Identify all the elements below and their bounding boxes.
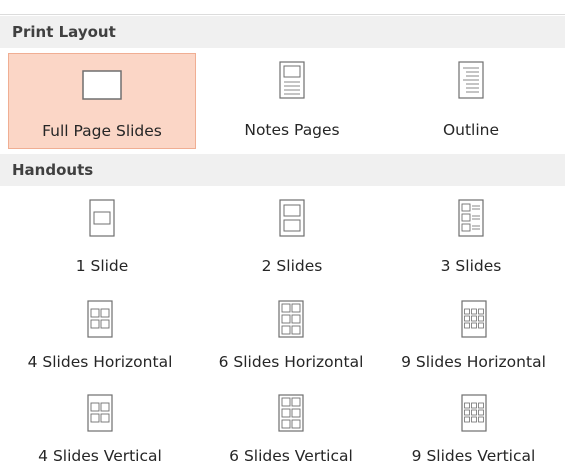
handout-2-slides-label: 2 Slides: [261, 257, 323, 275]
handout-3-slides-option[interactable]: 3 Slides: [377, 195, 565, 285]
handout-4-vertical-icon: [87, 394, 113, 432]
full-page-slide-icon: [82, 70, 122, 100]
handout-1-slide-icon: [89, 199, 115, 237]
handout-9-horizontal-label: 9 Slides Horizontal: [401, 353, 546, 371]
outline-option[interactable]: Outline: [377, 53, 565, 149]
handout-3-slides-icon: [458, 199, 484, 237]
handout-6-horizontal-icon: [278, 300, 304, 338]
full-page-slides-label: Full Page Slides: [42, 122, 162, 140]
handout-9-vertical-icon: [460, 394, 487, 432]
notes-pages-icon: [279, 61, 305, 99]
handout-9-horizontal-option[interactable]: 9 Slides Horizontal: [382, 295, 565, 381]
cut-off-top-edge: [0, 0, 565, 15]
handout-1-slide-option[interactable]: 1 Slide: [8, 195, 196, 285]
handouts-header: Handouts: [0, 154, 565, 186]
handout-9-vertical-option[interactable]: 9 Slides Vertical: [382, 389, 565, 474]
handout-4-vertical-label: 4 Slides Vertical: [38, 447, 162, 465]
full-page-slides-option[interactable]: Full Page Slides: [8, 53, 196, 149]
handout-3-slides-label: 3 Slides: [440, 257, 502, 275]
handout-2-slides-option[interactable]: 2 Slides: [198, 195, 386, 285]
handout-6-vertical-icon: [278, 394, 304, 432]
outline-icon: [458, 61, 484, 99]
notes-pages-label: Notes Pages: [244, 121, 340, 139]
handout-1-slide-label: 1 Slide: [75, 257, 129, 275]
handout-9-vertical-label: 9 Slides Vertical: [411, 447, 536, 465]
handout-2-slides-icon: [279, 199, 305, 237]
print-layout-header: Print Layout: [0, 16, 565, 48]
handout-6-vertical-label: 6 Slides Vertical: [229, 447, 353, 465]
handout-4-horizontal-label: 4 Slides Horizontal: [27, 353, 173, 371]
handout-9-horizontal-icon: [460, 300, 487, 338]
handout-6-horizontal-option[interactable]: 6 Slides Horizontal: [195, 295, 387, 381]
handout-4-horizontal-option[interactable]: 4 Slides Horizontal: [0, 295, 200, 381]
notes-pages-option[interactable]: Notes Pages: [198, 53, 386, 149]
handout-4-vertical-option[interactable]: 4 Slides Vertical: [0, 389, 200, 474]
handout-6-vertical-option[interactable]: 6 Slides Vertical: [195, 389, 387, 474]
handout-4-horizontal-icon: [87, 300, 113, 338]
handout-6-horizontal-label: 6 Slides Horizontal: [218, 353, 364, 371]
outline-label: Outline: [442, 121, 500, 139]
